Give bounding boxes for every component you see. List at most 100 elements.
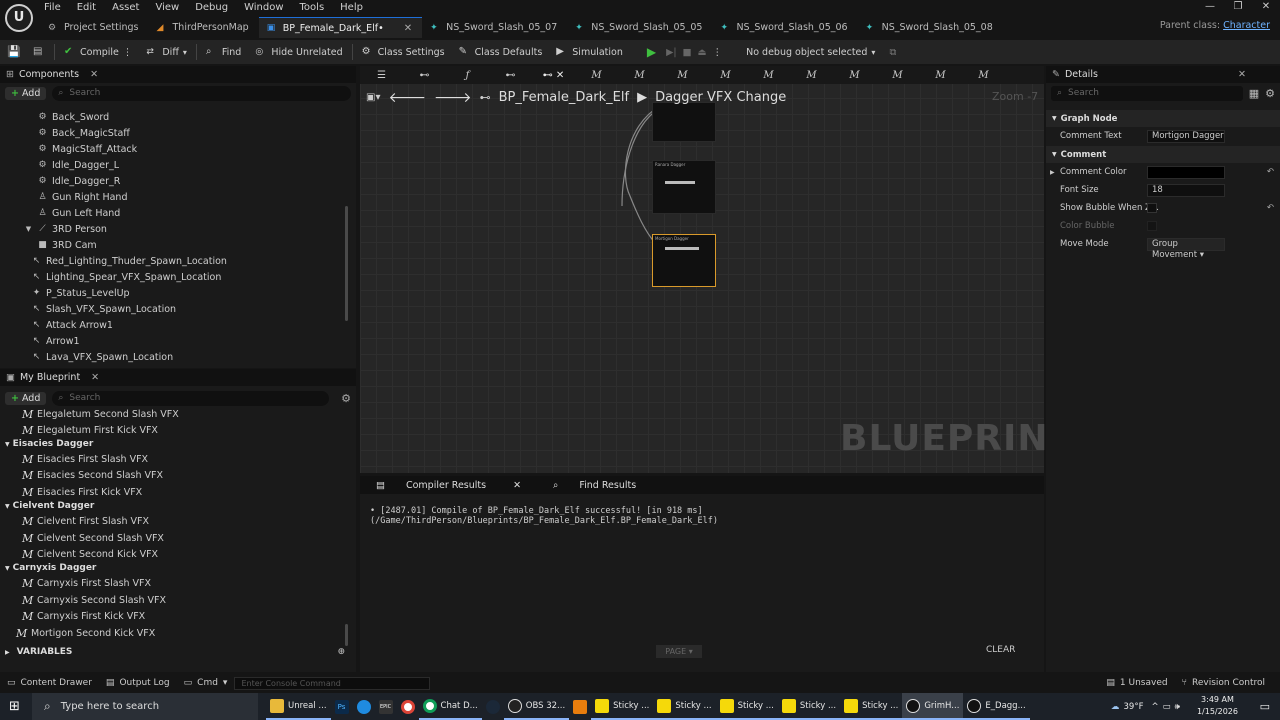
- play-options-button[interactable]: ⋮: [710, 40, 726, 64]
- component-magicstaff-attack[interactable]: ⚙ MagicStaff_Attack: [38, 141, 137, 157]
- comment-text-field[interactable]: Mortigon Dagger: [1147, 129, 1225, 143]
- revision-control-button[interactable]: ⑂ Revision Control: [1175, 678, 1272, 688]
- graph-tab-macro[interactable]: M: [790, 70, 833, 81]
- cmd-dropdown[interactable]: ▭ Cmd ▾: [177, 678, 235, 688]
- graph-tab-macro[interactable]: M: [962, 70, 1005, 81]
- browse-button[interactable]: ▤: [26, 40, 52, 64]
- taskbar-app-epic[interactable]: EPIC: [375, 693, 397, 720]
- unsaved-button[interactable]: ▤ 1 Unsaved: [1099, 678, 1174, 688]
- my-blueprint-search-input[interactable]: ⌕ Search: [52, 390, 330, 406]
- output-log-button[interactable]: ▤ Output Log: [99, 678, 177, 688]
- tab-ns-sword-slash-05-05[interactable]: ✦ NS_Sword_Slash_05_05: [567, 17, 712, 38]
- my-blueprint-scrollbar[interactable]: [345, 624, 348, 646]
- clear-button[interactable]: CLEAR: [986, 645, 1015, 655]
- graph-tab-function-icon[interactable]: ƒ: [446, 70, 489, 81]
- variables-section[interactable]: ▶ VARIABLES ⊕: [5, 647, 345, 657]
- tab-ns-sword-slash-05-06[interactable]: ✦ NS_Sword_Slash_05_06: [712, 17, 857, 38]
- graph-tab-macro[interactable]: M: [833, 70, 876, 81]
- tab-third-person-map[interactable]: ◢ ThirdPersonMap: [149, 17, 259, 38]
- component-slash-vfx-spawn[interactable]: ↖ Slash_VFX_Spawn_Location: [32, 301, 176, 317]
- comment-color-swatch[interactable]: [1147, 165, 1225, 179]
- class-defaults-button[interactable]: ✎ Class Defaults: [452, 40, 550, 64]
- chevron-up-icon[interactable]: ^: [1151, 702, 1158, 712]
- component-3rd-person[interactable]: ▼ ⟋ 3RD Person: [24, 221, 107, 237]
- menu-tools[interactable]: Tools: [292, 0, 333, 16]
- graph-node-top[interactable]: [652, 102, 716, 142]
- taskbar-app-obs[interactable]: OBS 32...: [503, 693, 570, 720]
- graph-options-icon[interactable]: ▣▾: [366, 92, 380, 103]
- event-graph-canvas[interactable]: Ranara Dagger Mortigon Dagger: [360, 66, 1044, 473]
- unreal-logo-icon[interactable]: U: [5, 4, 33, 32]
- component-back-magicstaff[interactable]: ⚙ Back_MagicStaff: [38, 125, 129, 141]
- tab-ns-sword-slash-05-07[interactable]: ✦ NS_Sword_Slash_05_07: [422, 17, 567, 38]
- add-variable-icon[interactable]: ⊕: [337, 647, 345, 657]
- close-icon[interactable]: ✕: [90, 69, 98, 80]
- graph-tab-macro[interactable]: M: [747, 70, 790, 81]
- eject-button[interactable]: ⏏: [695, 40, 710, 64]
- find-button[interactable]: ⌕ Find: [199, 40, 248, 64]
- tab-find-results[interactable]: ⌕ Find Results: [537, 480, 652, 491]
- close-icon[interactable]: ✕: [505, 480, 529, 491]
- component-arrow1[interactable]: ↖ Arrow1: [32, 333, 80, 349]
- console-command-input[interactable]: Enter Console Command: [234, 676, 431, 690]
- close-icon[interactable]: ✕: [1238, 69, 1246, 80]
- menu-help[interactable]: Help: [332, 0, 371, 16]
- compile-message[interactable]: • [2487.01] Compile of BP_Female_Dark_El…: [370, 506, 1044, 526]
- section-comment[interactable]: ▼ Comment: [1046, 146, 1280, 163]
- category-carnyxis-dagger[interactable]: ▼ Carnyxis Dagger: [5, 563, 96, 573]
- add-member-button[interactable]: + Add: [5, 391, 47, 405]
- taskbar-app-sticky[interactable]: Sticky ...: [653, 693, 716, 720]
- settings-gear-icon[interactable]: ⚙: [1265, 87, 1275, 100]
- component-idle-dagger-l[interactable]: ⚙ Idle_Dagger_L: [38, 157, 119, 173]
- back-arrow-icon[interactable]: 🡐: [388, 89, 426, 106]
- parent-class-link[interactable]: Character: [1223, 20, 1270, 31]
- menu-asset[interactable]: Asset: [104, 0, 147, 16]
- graph-tab-macro[interactable]: M: [704, 70, 747, 81]
- menu-debug[interactable]: Debug: [187, 0, 236, 16]
- diff-button[interactable]: ⇄ Diff ▾: [139, 40, 194, 64]
- graph-tab-macro[interactable]: M: [618, 70, 661, 81]
- show-bubble-checkbox[interactable]: [1147, 203, 1157, 213]
- add-component-button[interactable]: + Add: [5, 86, 47, 100]
- function-item[interactable]: M Carnyxis First Slash VFX: [22, 575, 151, 591]
- close-window-button[interactable]: ✕: [1252, 0, 1280, 14]
- reset-icon[interactable]: ↶: [1267, 203, 1274, 213]
- component-red-lighting-spawn[interactable]: ↖ Red_Lighting_Thuder_Spawn_Location: [32, 253, 227, 269]
- component-3rd-cam[interactable]: ■ 3RD Cam: [38, 237, 96, 253]
- taskbar-clock[interactable]: 3:49 AM 1/15/2026: [1197, 694, 1238, 718]
- section-graph-node[interactable]: ▼ Graph Node: [1046, 110, 1280, 127]
- function-item[interactable]: M Cielvent Second Slash VFX: [22, 530, 164, 546]
- reset-icon[interactable]: ↶: [1267, 167, 1274, 177]
- page-dropdown[interactable]: PAGE ▾: [656, 645, 702, 658]
- menu-window[interactable]: Window: [236, 0, 291, 16]
- taskbar-app-unreal[interactable]: GrimH...: [902, 693, 964, 720]
- graph-tab-macro[interactable]: M: [661, 70, 704, 81]
- function-item[interactable]: M Elegaletum Second Slash VFX: [22, 406, 179, 422]
- tab-ns-sword-slash-05-08[interactable]: ✦ NS_Sword_Slash_05_08: [858, 17, 1003, 38]
- taskbar-app-photoshop[interactable]: Ps: [331, 693, 353, 720]
- function-item[interactable]: M Eisacies First Kick VFX: [22, 484, 142, 500]
- component-p-status-levelup[interactable]: ✦ P_Status_LevelUp: [32, 285, 130, 301]
- simulation-button[interactable]: ▶ Simulation: [549, 40, 630, 64]
- play-button[interactable]: ▶: [640, 40, 663, 64]
- component-gun-right-hand[interactable]: ♙ Gun Right Hand: [38, 189, 127, 205]
- graph-tab-icon[interactable]: ⊷: [489, 70, 532, 81]
- taskbar-app-sticky[interactable]: Sticky ...: [715, 693, 778, 720]
- move-mode-select[interactable]: Group Movement ▾: [1147, 237, 1225, 260]
- function-item[interactable]: M Eisacies Second Slash VFX: [22, 467, 163, 483]
- windows-start-icon[interactable]: ⊞: [9, 699, 20, 714]
- component-lighting-spear-spawn[interactable]: ↖ Lighting_Spear_VFX_Spawn_Location: [32, 269, 222, 285]
- graph-tab-macro[interactable]: M: [575, 70, 618, 81]
- function-item[interactable]: M Elegaletum First Kick VFX: [22, 422, 158, 438]
- taskbar-app-edge[interactable]: [353, 693, 375, 720]
- details-search-input[interactable]: ⌕ Search: [1051, 85, 1243, 101]
- component-back-sword[interactable]: ⚙ Back_Sword: [38, 109, 109, 125]
- graph-tab-macro[interactable]: M: [919, 70, 962, 81]
- graph-tab-active-icon[interactable]: ⊷ ✕: [532, 70, 575, 81]
- taskbar-app-unreal-2[interactable]: E_Dagg...: [963, 693, 1030, 720]
- tab-compiler-results[interactable]: ▤ Compiler Results ✕: [360, 480, 537, 491]
- graph-node-mortigon-dagger[interactable]: Mortigon Dagger: [652, 234, 716, 287]
- close-icon[interactable]: ✕: [404, 18, 412, 39]
- class-settings-button[interactable]: ⚙ Class Settings: [355, 40, 452, 64]
- restore-button[interactable]: ❐: [1224, 0, 1252, 14]
